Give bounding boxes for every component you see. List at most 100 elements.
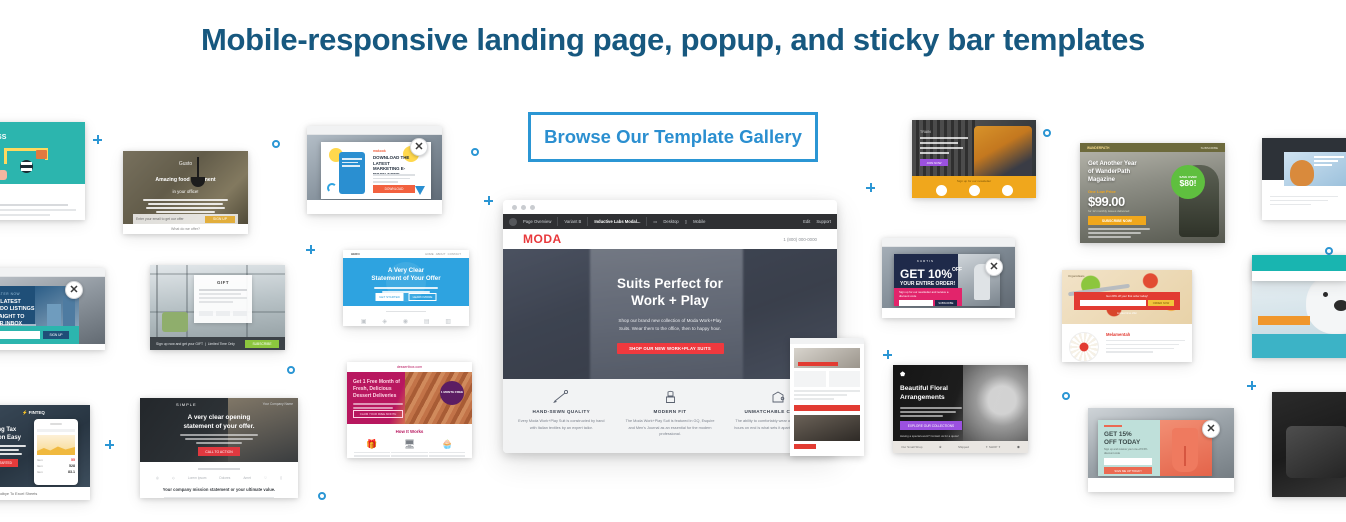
- thumb-button: SUBSCRIBE: [934, 300, 957, 306]
- suit-icon: [625, 388, 716, 405]
- hero-section: Suits Perfect for Work + Play Shop our b…: [503, 249, 837, 379]
- thumb-headline: A very clear opening: [187, 414, 251, 421]
- toolbar-desktop[interactable]: Desktop: [663, 219, 678, 224]
- browse-template-gallery-button[interactable]: Browse Our Template Gallery: [528, 112, 818, 162]
- thumb-headline-2: Statement of Your Offer: [371, 275, 441, 283]
- thumb-headline: GIFT: [217, 280, 229, 285]
- featured-template-preview[interactable]: Page Overview Variant B Inductive Labs M…: [503, 200, 837, 453]
- mobile-icon[interactable]: ▯: [685, 219, 687, 224]
- template-thumb-get10off[interactable]: KURTIS GET 10%OFF YOUR ENTIRE ORDER! Sig…: [882, 238, 1015, 318]
- thumb-badge-line2: $80!: [1179, 177, 1197, 188]
- template-thumb-food-office[interactable]: Gusto Amazing food statement in your off…: [123, 151, 248, 234]
- features-section: HAND-SEWN QUALITY Every Moda Work+Play S…: [503, 379, 837, 453]
- thumb-eyebrow: REGISTER NOW: [0, 292, 21, 296]
- thumb-headline-2: statement of your offer.: [183, 422, 255, 430]
- template-thumb-mini-popup[interactable]: [790, 338, 864, 456]
- thumb-section-title: How It Works: [395, 429, 424, 434]
- template-thumb-pet-care[interactable]: [1262, 138, 1346, 220]
- feature-item: MODERN FIT The Moda Work+Play Suit is fe…: [616, 388, 725, 453]
- thumb-brand: dessertbox.com: [347, 362, 472, 372]
- template-thumb-wanderpath[interactable]: WANDERPATH SUBSCRIBE Get Another Year of…: [1080, 143, 1225, 243]
- thumb-email-input[interactable]: [899, 300, 933, 306]
- thumb-price-note: for 12 monthly issues delivered: [1088, 209, 1130, 213]
- feature-item: HAND-SEWN QUALITY Every Moda Work+Play S…: [507, 388, 616, 453]
- template-thumb-teal-product: [1252, 255, 1346, 281]
- thumb-price: $99.00: [1088, 194, 1125, 209]
- close-icon[interactable]: ✕: [65, 281, 83, 299]
- close-icon[interactable]: ✕: [985, 258, 1003, 276]
- template-thumb-fintech-phone[interactable]: ⚡ FINTEQ Making Tax Season Easy GET STAR…: [0, 405, 90, 500]
- decor-plus-dot: [1247, 381, 1256, 390]
- thumb-button: CALL TO ACTION: [198, 447, 240, 456]
- thumb-section-title: Your company mission statement or your u…: [162, 486, 276, 492]
- hero-subtitle-line2: Suits. Wear them to the office, then to …: [619, 326, 721, 332]
- toolbar-edit[interactable]: Edit: [803, 219, 810, 224]
- thumb-brand: WANDERPATH: [1087, 145, 1110, 150]
- thumb-brand: KURTIS: [917, 259, 934, 263]
- decor-plus-dot: [93, 135, 102, 144]
- thumb-badge: 1 MONTH FREE: [440, 381, 464, 405]
- thumb-subtext: Sign up and receive your one-off 15% dis…: [1104, 448, 1148, 455]
- toolbar-mobile[interactable]: Mobile: [693, 219, 705, 224]
- thumb-email-input[interactable]: [1104, 458, 1152, 465]
- template-thumb-dessert[interactable]: dessertbox.com Get 1 Free Month of Fresh…: [347, 362, 472, 458]
- template-thumb-offer-blue[interactable]: HERO HOME ABOUT CONTACT A Very Clear Sta…: [343, 250, 469, 326]
- template-thumb-condo-popup[interactable]: REGISTER NOW THE LATEST CONDO LISTINGS S…: [0, 268, 105, 350]
- template-thumb-get15off[interactable]: GET 15% OFF TODAY Sign up and receive yo…: [1088, 408, 1234, 492]
- decor-ring-dot: [272, 140, 280, 148]
- needle-icon: [516, 388, 607, 405]
- thumb-headline: GET 10%: [900, 267, 953, 281]
- feature-body: Every Moda Work+Play Suit is constructed…: [518, 419, 605, 430]
- template-thumb-ebook-popup[interactable]: makook DOWNLOAD THE LATEST MARKETING E-B…: [307, 126, 442, 214]
- site-header: MODA 1 (800) 000-0000: [503, 229, 837, 249]
- desktop-icon[interactable]: ▭: [653, 219, 657, 224]
- toolbar-support[interactable]: Support: [816, 219, 831, 224]
- feature-title: HAND-SEWN QUALITY: [532, 409, 591, 414]
- thumb-headline: Get 1 Free Month of: [353, 379, 400, 385]
- template-thumb-yeti-dark[interactable]: [1272, 392, 1346, 497]
- template-thumb-simple-dark[interactable]: SIMPLE Your Company Name A very clear op…: [140, 398, 298, 498]
- thumb-headline-2: Fresh, Delicious: [353, 386, 392, 392]
- thumb-subtext: Sign up for our newsletter and receive a…: [899, 290, 949, 298]
- thumb-headline-3: Magazine: [1088, 177, 1116, 184]
- thumb-button-secondary: LEARN MORE: [408, 293, 437, 301]
- template-thumb-floral[interactable]: ⬟ Beautiful Floral Arrangements EXPLORE …: [893, 365, 1028, 453]
- decor-plus-dot: [866, 183, 875, 192]
- feature-title: MODERN FIT: [653, 409, 687, 414]
- thumb-section-title: Melamentah: [1106, 332, 1131, 337]
- thumb-headline-3: Dessert Deliveries: [353, 393, 397, 399]
- thumb-button: EXPLORE OUR COLLECTIONS: [900, 421, 962, 430]
- template-thumb-css-illustration[interactable]: CSS: [0, 122, 85, 220]
- decor-plus-dot: [484, 196, 493, 205]
- hero-cta-button[interactable]: SHOP OUR NEW WORK+PLAY SUITS: [616, 342, 724, 354]
- hero-subtitle-line1: Shop our brand new collection of Moda Wo…: [618, 317, 722, 323]
- thumb-button: GET STARTED: [0, 459, 18, 467]
- toolbar-back[interactable]: Page Overview: [523, 219, 551, 224]
- template-thumb-food-sticky[interactable]: OrganicEats Get 20% off your first order…: [1062, 270, 1192, 362]
- thumb-headline: CSS: [0, 134, 7, 141]
- thumb-headline: Get Another Year: [1088, 161, 1137, 167]
- decor-ring-dot: [1062, 392, 1070, 400]
- thumb-button: SUBSCRIBE: [245, 339, 279, 348]
- thumb-sticky-button: ORDER NOW: [1148, 300, 1174, 306]
- toolbar-page-name[interactable]: Inductive Labs Modal...: [594, 219, 640, 224]
- builder-toolbar[interactable]: Page Overview Variant B Inductive Labs M…: [503, 214, 837, 229]
- thumb-eyebrow: makook: [373, 149, 386, 153]
- thumb-headline: Amazing food statement: [155, 177, 216, 183]
- decor-ring-dot: [1325, 247, 1333, 255]
- decor-ring-dot: [471, 148, 479, 156]
- template-thumb-gift-popup[interactable]: GIFT Sign up now and get your GIFT | Lim…: [150, 265, 285, 350]
- thumb-button: SIGN UP: [43, 331, 69, 339]
- toolbar-variant[interactable]: Variant B: [564, 219, 581, 224]
- hero-title-line2: Work + Play: [631, 293, 709, 309]
- thumb-headline: A Very Clear: [387, 267, 425, 274]
- thumb-headline: GET 15%: [1104, 431, 1132, 438]
- close-icon[interactable]: ✕: [1202, 420, 1220, 438]
- template-thumb-fitness[interactable]: TRAIN JOIN NOW Sign up for our newslette…: [912, 120, 1036, 198]
- decor-ring-dot: [287, 366, 295, 374]
- close-icon[interactable]: ✕: [410, 138, 428, 156]
- thumb-button-primary: GET STARTED: [375, 293, 404, 301]
- thumb-headline-2: YOUR ENTIRE ORDER!: [900, 281, 956, 287]
- decor-ring-dot: [1043, 129, 1051, 137]
- hero-title-line1: Suits Perfect for: [617, 276, 723, 291]
